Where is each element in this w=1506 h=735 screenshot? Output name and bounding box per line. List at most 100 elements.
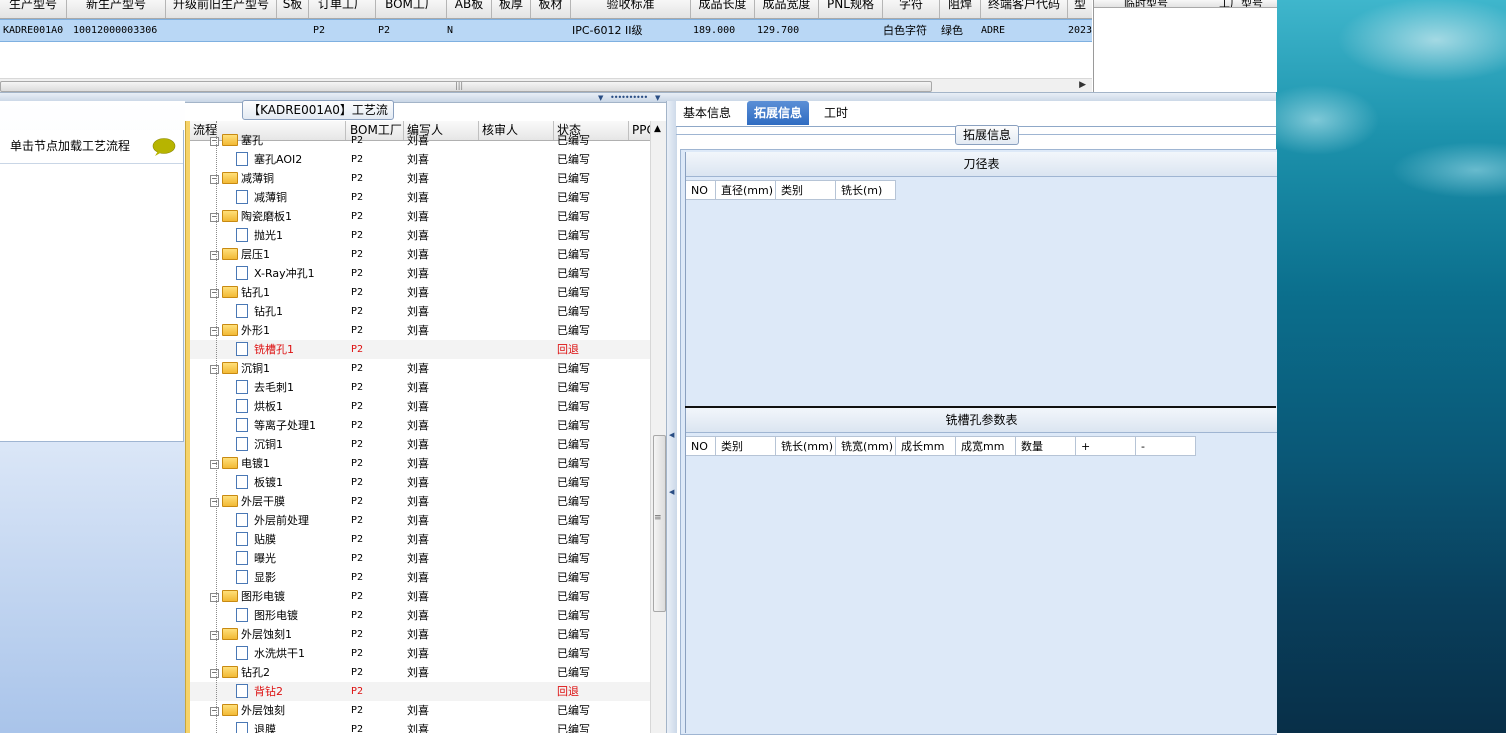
tree-node[interactable]: 贴膜 xyxy=(236,530,276,549)
tree-node[interactable]: 减薄铜 xyxy=(236,188,287,207)
tree-row[interactable]: 抛光1 P2 刘喜 已编写 xyxy=(190,226,650,245)
tree-node[interactable]: − 陶瓷磨板1 xyxy=(210,207,292,226)
horizontal-scrollbar[interactable]: ||| ▶ xyxy=(0,78,1092,93)
tree-node[interactable]: 铣槽孔1 xyxy=(236,340,294,359)
tree-node[interactable]: − 外层干膜 xyxy=(210,492,285,511)
col-header[interactable]: NO xyxy=(686,436,716,456)
collapse-node-icon[interactable]: − xyxy=(210,706,219,716)
tree-node[interactable]: 抛光1 xyxy=(236,226,283,245)
collapse-node-icon[interactable]: − xyxy=(210,174,219,184)
col-header[interactable]: AB板 xyxy=(447,0,492,18)
tree-node[interactable]: 塞孔AOI2 xyxy=(236,150,302,169)
tree-row[interactable]: 贴膜 P2 刘喜 已编写 xyxy=(190,530,650,549)
tree-row[interactable]: 塞孔AOI2 P2 刘喜 已编写 xyxy=(190,150,650,169)
tree-row[interactable]: − 外层蚀刻 P2 刘喜 已编写 xyxy=(190,701,650,720)
tree-row[interactable]: − 电镀1 P2 刘喜 已编写 xyxy=(190,454,650,473)
collapse-node-icon[interactable]: − xyxy=(210,136,219,146)
tree-row[interactable]: X-Ray冲孔1 P2 刘喜 已编写 xyxy=(190,264,650,283)
col-header[interactable]: NO xyxy=(686,180,716,200)
collapse-node-icon[interactable]: − xyxy=(210,212,219,222)
tree-node[interactable]: − 图形电镀 xyxy=(210,587,285,606)
arrow-right-icon[interactable]: ▶ xyxy=(1079,80,1086,90)
col-header[interactable]: 数量 xyxy=(1016,436,1076,456)
tree-node[interactable]: 显影 xyxy=(236,568,276,587)
collapse-down-icon[interactable]: ▼ xyxy=(655,94,660,102)
tree-row[interactable]: 背钻2 P2 回退 xyxy=(190,682,650,701)
col-header[interactable]: 类别 xyxy=(716,436,776,456)
tree-row[interactable]: 等离子处理1 P2 刘喜 已编写 xyxy=(190,416,650,435)
tree-node[interactable]: 图形电镀 xyxy=(236,606,298,625)
tree-node[interactable]: 去毛刺1 xyxy=(236,378,294,397)
tab-work-hours[interactable]: 工时 xyxy=(817,101,855,125)
tree-row[interactable]: − 外形1 P2 刘喜 已编写 xyxy=(190,321,650,340)
tree-node[interactable]: − 外层蚀刻1 xyxy=(210,625,292,644)
tree-row[interactable]: 烘板1 P2 刘喜 已编写 xyxy=(190,397,650,416)
tree-row[interactable]: 退膜 P2 刘喜 已编写 xyxy=(190,720,650,733)
tree-row[interactable]: 铣槽孔1 P2 回退 xyxy=(190,340,650,359)
tab-basic-info[interactable]: 基本信息 xyxy=(676,101,738,125)
right-mini-grid[interactable]: 临时型号 工厂型号 xyxy=(1093,0,1277,92)
col-header[interactable]: 生产型号 xyxy=(0,0,67,18)
collapse-node-icon[interactable]: − xyxy=(210,364,219,374)
tree-node[interactable]: 退膜 xyxy=(236,720,276,733)
col-header[interactable]: 铣宽(mm) xyxy=(836,436,896,456)
tree-node[interactable]: 等离子处理1 xyxy=(236,416,316,435)
tree-node[interactable]: − 减薄铜 xyxy=(210,169,274,188)
col-header[interactable]: 铣长(mm) xyxy=(776,436,836,456)
collapse-left-icon[interactable]: ◀ xyxy=(669,431,674,439)
tree-row[interactable]: 板镀1 P2 刘喜 已编写 xyxy=(190,473,650,492)
tree-node[interactable]: 板镀1 xyxy=(236,473,283,492)
tree-node[interactable]: 沉铜1 xyxy=(236,435,283,454)
scroll-thumb[interactable] xyxy=(653,435,666,612)
col-header[interactable]: 直径(mm) xyxy=(716,180,776,200)
tree-row[interactable]: 水洗烘干1 P2 刘喜 已编写 xyxy=(190,644,650,663)
tree-node[interactable]: 背钻2 xyxy=(236,682,283,701)
tree-node[interactable]: 钻孔1 xyxy=(236,302,283,321)
tree-row[interactable]: − 钻孔2 P2 刘喜 已编写 xyxy=(190,663,650,682)
col-header[interactable]: 成品长度 xyxy=(691,0,755,18)
col-header[interactable]: 类别 xyxy=(776,180,836,200)
col-header[interactable]: 型 xyxy=(1068,0,1092,18)
tree-row[interactable]: − 图形电镀 P2 刘喜 已编写 xyxy=(190,587,650,606)
collapse-node-icon[interactable]: − xyxy=(210,630,219,640)
tree-node[interactable]: − 沉铜1 xyxy=(210,359,270,378)
tree-row[interactable]: 减薄铜 P2 刘喜 已编写 xyxy=(190,188,650,207)
tree-row[interactable]: 图形电镀 P2 刘喜 已编写 xyxy=(190,606,650,625)
knife-table[interactable]: 刀径表 NO 直径(mm) 类别 铣长(m) xyxy=(685,152,1277,406)
tab-extended-info[interactable]: 拓展信息 xyxy=(747,101,810,125)
collapse-node-icon[interactable]: − xyxy=(210,250,219,260)
tree-row[interactable]: 显影 P2 刘喜 已编写 xyxy=(190,568,650,587)
tree-node[interactable]: 烘板1 xyxy=(236,397,283,416)
vertical-scrollbar[interactable]: ▲ ≡ xyxy=(650,121,667,733)
col-header[interactable]: S板 xyxy=(277,0,309,18)
product-row-selected[interactable]: KADRE001A0 10012000003306 P2 P2 N IPC-60… xyxy=(0,19,1092,42)
tree-node[interactable]: − 外层蚀刻 xyxy=(210,701,285,720)
col-header[interactable]: 成品宽度 xyxy=(755,0,819,18)
tree-node[interactable]: − 塞孔 xyxy=(210,131,263,150)
tree-row[interactable]: − 层压1 P2 刘喜 已编写 xyxy=(190,245,650,264)
add-row-button[interactable]: + xyxy=(1076,436,1136,456)
col-header[interactable]: 字符 xyxy=(883,0,940,18)
tree-row[interactable]: − 外层蚀刻1 P2 刘喜 已编写 xyxy=(190,625,650,644)
collapse-node-icon[interactable]: − xyxy=(210,592,219,602)
collapse-down-icon[interactable]: ▼ xyxy=(598,94,603,102)
col-header[interactable]: 阻焊 xyxy=(940,0,981,18)
tree-node[interactable]: − 电镀1 xyxy=(210,454,270,473)
tree-row[interactable]: − 钻孔1 P2 刘喜 已编写 xyxy=(190,283,650,302)
collapse-node-icon[interactable]: − xyxy=(210,326,219,336)
collapse-node-icon[interactable]: − xyxy=(210,459,219,469)
col-header[interactable]: BOM工厂 xyxy=(376,0,447,18)
col-header[interactable]: 成长mm xyxy=(896,436,956,456)
tree-node[interactable]: − 外形1 xyxy=(210,321,270,340)
tree-node[interactable]: − 钻孔1 xyxy=(210,283,270,302)
tree-row[interactable]: 沉铜1 P2 刘喜 已编写 xyxy=(190,435,650,454)
col-header[interactable]: 成宽mm xyxy=(956,436,1016,456)
remove-row-button[interactable]: - xyxy=(1136,436,1196,456)
collapse-node-icon[interactable]: − xyxy=(210,497,219,507)
col-header[interactable]: 验收标准 xyxy=(571,0,691,18)
tree-node[interactable]: − 层压1 xyxy=(210,245,270,264)
slot-table[interactable]: 铣槽孔参数表 NO 类别 铣长(mm) 铣宽(mm) 成长mm 成宽mm 数量 … xyxy=(685,408,1277,733)
tree-row[interactable]: − 沉铜1 P2 刘喜 已编写 xyxy=(190,359,650,378)
col-header[interactable]: 订单工厂 xyxy=(309,0,376,18)
col-header[interactable]: 铣长(m) xyxy=(836,180,896,200)
